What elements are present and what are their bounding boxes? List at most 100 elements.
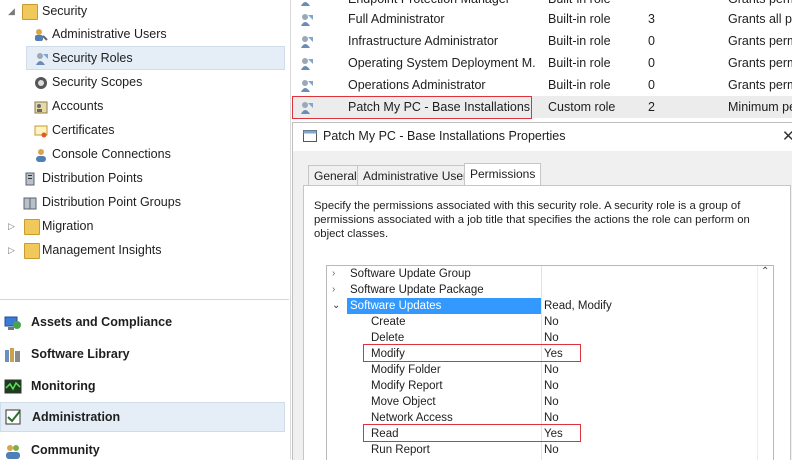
list-row-selected[interactable]: Patch My PC - Base Installations Custom …: [292, 96, 792, 118]
permission-row-software-update-group[interactable]: › Software Update Group: [327, 266, 757, 282]
role-type: Built-in role: [548, 56, 611, 70]
list-row[interactable]: Full Administrator Built-in role 3 Grant…: [292, 8, 792, 30]
permission-row-create[interactable]: Create No: [327, 314, 757, 330]
permission-name: Modify Folder: [371, 364, 441, 376]
permission-name: Move Object: [371, 396, 436, 408]
security-role-icon: [299, 0, 315, 6]
permission-name: Software Update Group: [350, 268, 471, 280]
role-description: Minimum pe: [728, 100, 792, 114]
server-group-icon: [23, 195, 37, 210]
tree-item-label: Accounts: [52, 99, 104, 113]
tree-item-security-scopes[interactable]: Security Scopes: [0, 71, 289, 93]
role-type: Custom role: [548, 100, 616, 114]
tree-item-label: Distribution Point Groups: [42, 195, 181, 209]
workspace-assets-and-compliance[interactable]: Assets and Compliance: [0, 307, 289, 337]
permission-row-delete[interactable]: Delete No: [327, 330, 757, 346]
permission-value[interactable]: No: [544, 394, 559, 410]
list-row[interactable]: Infrastructure Administrator Built-in ro…: [292, 30, 792, 52]
scope-icon: [34, 75, 48, 89]
role-name: Infrastructure Administrator: [348, 34, 499, 48]
workspace-label: Monitoring: [31, 379, 96, 393]
user-icon: [34, 147, 48, 162]
tree-item-distribution-point-groups[interactable]: Distribution Point Groups: [0, 191, 289, 213]
permission-row-read[interactable]: Read Yes: [327, 426, 757, 442]
role-name: Operating System Deployment M...: [348, 56, 536, 70]
users-icon: [34, 27, 48, 41]
tree-item-distribution-points[interactable]: Distribution Points: [0, 167, 289, 189]
permission-value[interactable]: No: [544, 410, 559, 426]
divider: [0, 299, 289, 300]
tab-permissions[interactable]: Permissions: [464, 163, 542, 186]
permission-value[interactable]: Yes: [544, 346, 563, 362]
permission-row-software-updates[interactable]: ⌄ Software Updates Read, Modify: [327, 298, 757, 314]
administration-icon: [5, 408, 23, 426]
tab-label: Permissions: [470, 167, 536, 181]
permission-value[interactable]: No: [544, 362, 559, 378]
role-name: Full Administrator: [348, 12, 445, 26]
workspace-label: Community: [31, 443, 100, 457]
permission-row-modify[interactable]: Modify Yes: [327, 346, 757, 362]
permission-row-modify-folder[interactable]: Modify Folder No: [327, 362, 757, 378]
tree-item-security-roles[interactable]: Security Roles: [26, 46, 285, 70]
permission-row-software-update-package[interactable]: › Software Update Package: [327, 282, 757, 298]
permission-value[interactable]: No: [544, 378, 559, 394]
assets-icon: [4, 313, 22, 331]
tree-item-label: Administrative Users: [52, 27, 167, 41]
list-row[interactable]: Operating System Deployment M... Built-i…: [292, 52, 792, 74]
security-role-icon: [299, 34, 315, 48]
permission-row-move-object[interactable]: Move Object No: [327, 394, 757, 410]
chevron-right-icon[interactable]: ›: [332, 282, 342, 298]
permission-row-run-report[interactable]: Run Report No: [327, 442, 757, 458]
scroll-up-icon[interactable]: ⌃: [761, 266, 769, 277]
properties-dialog: Patch My PC - Base Installations Propert…: [292, 122, 792, 460]
permission-row-modify-report[interactable]: Modify Report No: [327, 378, 757, 394]
tab-general[interactable]: General: [308, 165, 363, 186]
tree-item-management-insights[interactable]: ▷ Management Insights: [0, 239, 289, 261]
permission-name: Delete: [371, 332, 405, 344]
permission-value[interactable]: No: [544, 442, 559, 458]
role-admin-count: 0: [648, 56, 655, 70]
tree-item-accounts[interactable]: Accounts: [0, 95, 289, 117]
role-type: Built-in role: [548, 34, 611, 48]
permissions-description: Specify the permissions associated with …: [314, 200, 750, 240]
permission-value[interactable]: No: [544, 314, 559, 330]
dialog-title: Patch My PC - Base Installations Propert…: [323, 129, 566, 143]
tree-item-security[interactable]: ◢ Security: [0, 0, 289, 22]
workspace-software-library[interactable]: Software Library: [0, 339, 289, 369]
permission-name: Create: [371, 316, 406, 328]
tree-item-administrative-users[interactable]: Administrative Users: [0, 23, 289, 45]
workspace-monitoring[interactable]: Monitoring: [0, 371, 289, 401]
permission-value[interactable]: No: [544, 330, 559, 346]
tab-administrative-users[interactable]: Administrative Users: [357, 165, 480, 186]
tree-item-console-connections[interactable]: Console Connections: [0, 143, 289, 165]
close-button[interactable]: ✕: [782, 127, 792, 145]
chevron-right-icon[interactable]: ▷: [8, 239, 18, 261]
chevron-down-icon[interactable]: ◢: [8, 0, 18, 22]
tree-item-certificates[interactable]: Certificates: [0, 119, 289, 141]
vertical-scrollbar[interactable]: ⌃: [757, 266, 773, 460]
chevron-right-icon[interactable]: ▷: [8, 215, 18, 237]
tree-item-label: Security Scopes: [52, 75, 143, 89]
role-type: Built-in role: [548, 78, 611, 92]
role-name: Patch My PC - Base Installations: [348, 100, 531, 114]
folder-icon: [22, 4, 38, 20]
tree-item-migration[interactable]: ▷ Migration: [0, 215, 289, 237]
permission-row-network-access[interactable]: Network Access No: [327, 410, 757, 426]
role-admin-count: 0: [648, 78, 655, 92]
workspace-label: Administration: [32, 410, 121, 424]
permission-value[interactable]: Yes: [544, 426, 563, 442]
workspace-administration[interactable]: Administration: [0, 402, 285, 432]
permission-name: Network Access: [371, 412, 453, 424]
security-role-icon: [299, 56, 315, 70]
permission-name: Software Updates: [350, 300, 442, 312]
security-role-icon: [299, 100, 315, 114]
security-role-icon: [299, 78, 315, 92]
chevron-right-icon[interactable]: ›: [332, 266, 342, 282]
tree-item-label: Distribution Points: [42, 171, 143, 185]
workspace-community[interactable]: Community: [0, 435, 289, 459]
list-row[interactable]: Operations Administrator Built-in role 0…: [292, 74, 792, 96]
tab-label: Administrative Users: [363, 169, 474, 183]
role-admin-count: 3: [648, 12, 655, 26]
software-library-icon: [4, 345, 22, 363]
chevron-down-icon[interactable]: ⌄: [332, 298, 342, 314]
